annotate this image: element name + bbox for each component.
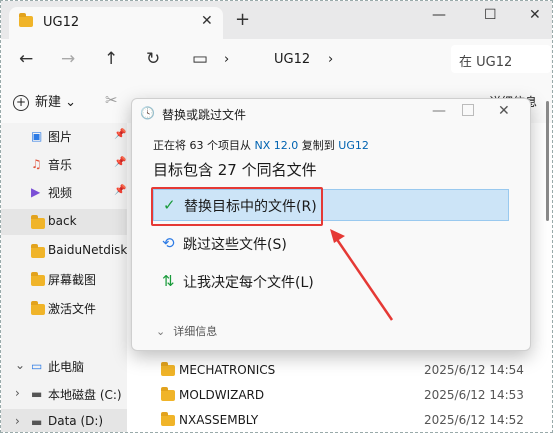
copy-destination-link[interactable]: UG12 [338, 139, 369, 152]
table-row[interactable]: NXASSEMBLY 2025/6/12 14:52 [127, 408, 552, 432]
tab-close-icon[interactable]: ✕ [201, 13, 213, 29]
copy-mid: 复制到 [301, 139, 335, 152]
drive-icon: ▬ [31, 387, 43, 401]
file-date: 2025/6/12 14:52 [424, 413, 524, 427]
monitor-icon: ▭ [192, 49, 209, 69]
sidebar-item-label: 激活文件 [48, 302, 97, 316]
sidebar-item-video[interactable]: ▶ 视频 📌 [1, 179, 127, 205]
minimize-button[interactable]: — [432, 7, 446, 23]
sidebar-item-drive-c[interactable]: › ▬ 本地磁盘 (C:) [1, 381, 127, 407]
copy-source-link[interactable]: NX 12.0 [255, 139, 299, 152]
copy-status-text: 正在将 63 个项目从 NX 12.0 复制到 UG12 [153, 137, 369, 153]
pictures-icon: ▣ [31, 129, 43, 143]
navigation-bar: ← → ↑ ↻ ▭ › UG12 › 在 UG12 [1, 39, 552, 81]
folder-icon [31, 272, 45, 286]
folder-icon [161, 362, 175, 376]
new-tab-button[interactable]: + [235, 9, 250, 30]
close-window-button[interactable]: ✕ [529, 7, 541, 23]
scrollbar[interactable] [546, 101, 549, 221]
sidebar-item-screenshots[interactable]: 屏幕截图 [1, 266, 127, 292]
up-icon[interactable]: ↑ [104, 49, 118, 69]
cut-icon[interactable]: ✂ [105, 91, 118, 109]
sidebar-item-label: Data (D:) [48, 414, 104, 428]
sidebar-item-this-pc[interactable]: ⌄ ▭ 此电脑 [1, 353, 127, 379]
folder-icon [31, 244, 45, 258]
skip-icon: ⟲ [162, 234, 175, 252]
folder-icon [161, 412, 175, 426]
table-row[interactable]: MOLDWIZARD 2025/6/12 14:53 [127, 383, 552, 407]
decide-icon: ⇅ [162, 272, 175, 290]
folder-icon [31, 215, 45, 229]
back-icon[interactable]: ← [19, 49, 33, 69]
copy-prefix: 正在将 63 个项目从 [153, 139, 251, 152]
search-placeholder: 在 UG12 [459, 55, 513, 70]
title-bar: UG12 ✕ + — ☐ ✕ [1, 1, 552, 39]
chevron-down-icon: ⌄ [156, 325, 166, 338]
music-icon: ♫ [31, 157, 42, 171]
chevron-down-icon: ⌄ [65, 95, 77, 110]
sidebar-item-back[interactable]: back [1, 209, 127, 235]
sidebar-item-activation[interactable]: 激活文件 [1, 295, 127, 321]
file-name: NXASSEMBLY [179, 413, 259, 427]
option-label: 跳过这些文件(S) [183, 237, 287, 253]
navigation-pane: ▣ 图片 📌 ♫ 音乐 📌 ▶ 视频 📌 back BaiduNetdiskDo… [1, 123, 144, 432]
dialog-maximize-button [462, 104, 474, 116]
folder-icon [19, 13, 33, 27]
pin-icon: 📌 [114, 185, 127, 196]
chevron-right-icon[interactable]: › [15, 414, 20, 428]
sidebar-item-label: back [48, 214, 77, 228]
sidebar-item-label: 视频 [48, 186, 73, 200]
folder-icon [31, 301, 45, 315]
plus-icon: + [13, 95, 29, 111]
monitor-icon: ▭ [31, 359, 43, 373]
sidebar-item-label: 图片 [48, 130, 73, 144]
chevron-right-icon[interactable]: › [15, 386, 20, 400]
sidebar-item-pictures[interactable]: ▣ 图片 📌 [1, 123, 127, 149]
folder-icon [161, 387, 175, 401]
pin-icon: 📌 [114, 157, 127, 168]
chevron-down-icon[interactable]: ⌄ [15, 358, 25, 372]
breadcrumb-separator[interactable]: › [328, 52, 333, 67]
file-name: MOLDWIZARD [179, 388, 265, 402]
maximize-button[interactable]: ☐ [484, 7, 497, 23]
dialog-minimize-button[interactable]: — [432, 103, 446, 119]
decide-each-file-option[interactable]: ⇅ 让我决定每个文件(L) [153, 266, 509, 298]
option-label: 让我决定每个文件(L) [183, 275, 314, 291]
sidebar-item-label: 屏幕截图 [48, 273, 97, 287]
dialog-close-button[interactable]: ✕ [498, 103, 510, 119]
details-label: 详细信息 [173, 325, 218, 338]
new-button[interactable]: + 新建 ⌄ [13, 91, 76, 111]
pin-icon: 📌 [114, 129, 127, 140]
tab-ug12[interactable]: UG12 ✕ [9, 7, 223, 39]
file-date: 2025/6/12 14:53 [424, 388, 524, 402]
more-details-toggle[interactable]: ⌄ 详细信息 [156, 323, 217, 339]
address-bar[interactable]: ▭ › UG12 › [186, 45, 441, 73]
new-label: 新建 [35, 95, 62, 110]
breadcrumb-ug12[interactable]: UG12 [274, 52, 310, 67]
sidebar-item-label: 音乐 [48, 158, 73, 172]
forward-icon[interactable]: → [61, 49, 75, 69]
tab-title: UG12 [43, 15, 80, 30]
sidebar-item-baidunetdisk[interactable]: BaiduNetdiskDo [1, 238, 144, 264]
sidebar-item-drive-d[interactable]: › ▬ Data (D:) [1, 409, 127, 432]
file-name: MECHATRONICS [179, 363, 276, 377]
video-icon: ▶ [31, 185, 41, 199]
file-date: 2025/6/12 14:54 [424, 363, 524, 377]
annotation-highlight-box [151, 187, 323, 226]
breadcrumb-separator[interactable]: › [224, 52, 229, 67]
sidebar-item-label: 本地磁盘 (C:) [48, 388, 122, 402]
sidebar-item-label: 此电脑 [48, 360, 85, 374]
search-input[interactable]: 在 UG12 [451, 45, 551, 73]
clock-icon: 🕓 [140, 106, 155, 120]
skip-files-option[interactable]: ⟲ 跳过这些文件(S) [153, 228, 509, 260]
refresh-icon[interactable]: ↻ [146, 49, 160, 69]
drive-icon: ▬ [31, 415, 43, 429]
sidebar-item-music[interactable]: ♫ 音乐 📌 [1, 151, 127, 177]
dialog-title: 替换或跳过文件 [162, 108, 247, 122]
table-row[interactable]: MECHATRONICS 2025/6/12 14:54 [127, 358, 552, 382]
dialog-heading: 目标包含 27 个同名文件 [153, 161, 317, 179]
